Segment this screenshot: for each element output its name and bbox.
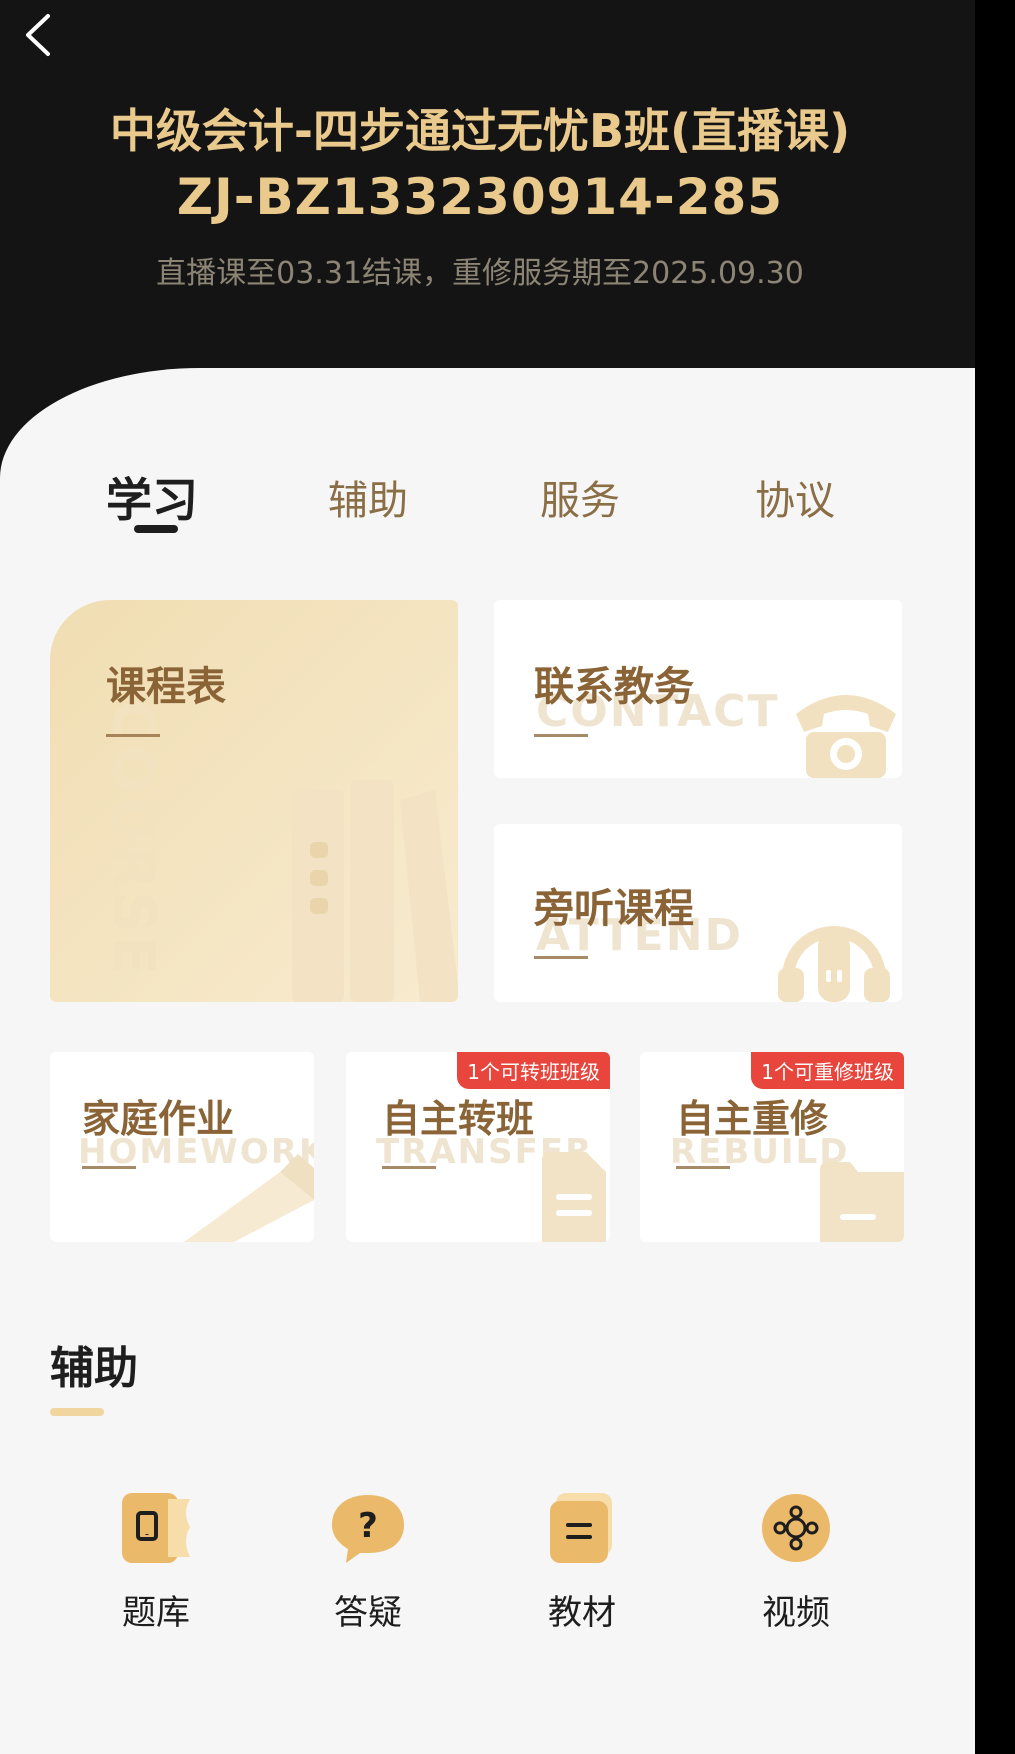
card-label: 家庭作业: [82, 1097, 235, 1141]
app-screen: 中级会计-四步通过无忧B班(直播课) ZJ-BZ133230914-285 直播…: [0, 0, 975, 1754]
class-code: ZJ-BZ133230914-285: [176, 168, 784, 226]
headphones-icon: [778, 926, 890, 1002]
assist-item-label: 教材: [548, 1593, 616, 1633]
assist-item-label: 题库: [122, 1593, 190, 1633]
tab-service[interactable]: 服务: [540, 468, 620, 526]
assist-item-textbook[interactable]: 教材: [522, 1493, 642, 1634]
content-panel: 学习 辅助 服务 协议 COURSE 课程表 CONTACT 联系教务 ATTE…: [0, 368, 975, 1754]
card-label: 自主转班: [382, 1097, 535, 1141]
assist-item-qa[interactable]: ? 答疑: [308, 1493, 428, 1634]
card-underline: [382, 1166, 436, 1169]
tab-agreement[interactable]: 协议: [755, 468, 835, 526]
card-underline: [534, 734, 588, 737]
folder-icon: [820, 1162, 904, 1242]
self-retake-card[interactable]: REBUILD 1个可重修班级 自主重修: [640, 1052, 904, 1242]
course-period-info: 直播课至03.31结课，重修服务期至2025.09.30: [156, 256, 804, 291]
card-label: 课程表: [106, 664, 226, 710]
transfer-available-badge: 1个可转班班级: [457, 1052, 610, 1089]
course-title: 中级会计-四步通过无忧B班(直播课): [109, 104, 851, 158]
document-icon: [542, 1152, 606, 1242]
tab-study[interactable]: 学习: [106, 464, 198, 530]
card-underline: [676, 1166, 730, 1169]
card-label: 自主重修: [676, 1097, 829, 1141]
card-watermark: COURSE: [100, 700, 168, 978]
assist-item-label: 视频: [762, 1593, 830, 1633]
retake-available-badge: 1个可重修班级: [751, 1052, 904, 1089]
book-icon: [550, 1493, 612, 1563]
section-title-underline: [50, 1408, 104, 1416]
assist-item-question-bank[interactable]: 题库: [96, 1493, 216, 1634]
question-bank-icon: [122, 1493, 190, 1563]
card-label: 旁听课程: [534, 886, 694, 932]
assist-item-label: 答疑: [334, 1593, 402, 1633]
homework-card[interactable]: HOMEWORK 家庭作业: [50, 1052, 314, 1242]
pencil-icon: [184, 1154, 314, 1242]
card-underline: [534, 956, 588, 959]
self-transfer-card[interactable]: TRANSFER 1个可转班班级 自主转班: [346, 1052, 610, 1242]
tab-assist[interactable]: 辅助: [328, 468, 408, 526]
assist-section-title: 辅助: [50, 1343, 138, 1394]
svg-text:?: ?: [358, 1506, 378, 1546]
card-underline: [82, 1166, 136, 1169]
books-icon: [292, 780, 458, 1002]
telephone-icon: [796, 695, 896, 778]
active-tab-indicator: [134, 525, 178, 533]
video-reel-icon: [762, 1494, 830, 1562]
audit-course-card[interactable]: ATTEND 旁听课程: [494, 824, 902, 1002]
back-arrow-icon[interactable]: [18, 10, 58, 60]
card-label: 联系教务: [534, 664, 694, 710]
assist-item-video[interactable]: 视频: [736, 1493, 856, 1634]
schedule-card[interactable]: COURSE 课程表: [50, 600, 458, 1002]
card-underline: [106, 734, 160, 737]
question-bubble-icon: ?: [332, 1495, 404, 1563]
contact-academic-card[interactable]: CONTACT 联系教务: [494, 600, 902, 778]
